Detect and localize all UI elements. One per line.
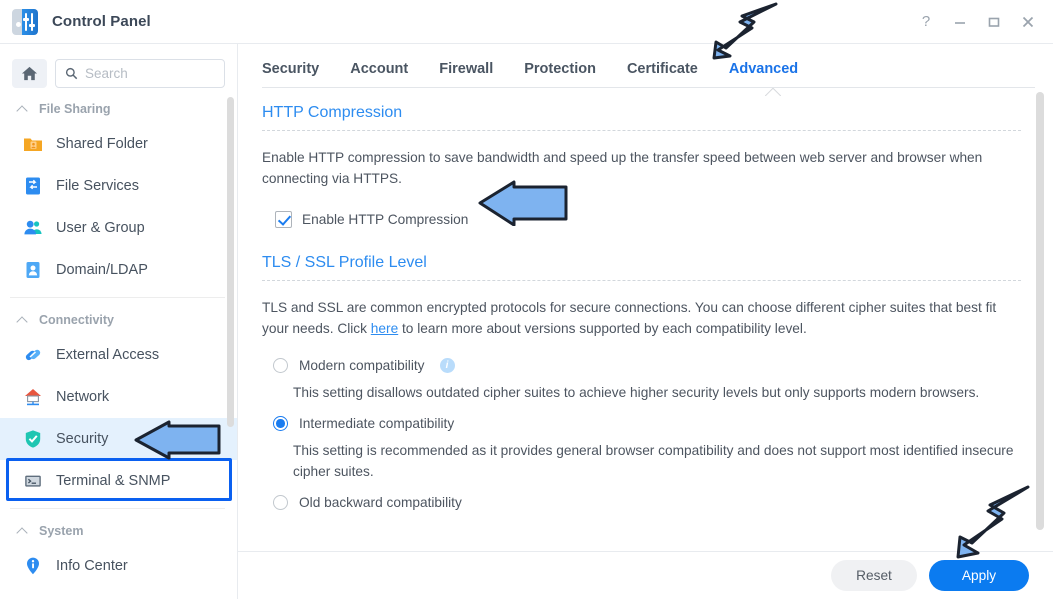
sidebar-group-label: System [39, 524, 84, 538]
search-input[interactable] [85, 65, 215, 81]
sidebar-item-label: Shared Folder [56, 136, 148, 152]
sidebar-item-label: Info Center [56, 558, 128, 574]
sidebar-item-shared-folder[interactable]: Shared Folder [0, 123, 237, 165]
reset-button[interactable]: Reset [831, 560, 917, 591]
tab-certificate[interactable]: Certificate [627, 61, 717, 88]
help-icon[interactable]: ? [909, 4, 943, 40]
sidebar-scrollbar[interactable] [227, 97, 234, 427]
modern-compatibility-row[interactable]: Modern compatibility i [273, 358, 1021, 373]
intermediate-compatibility-row[interactable]: Intermediate compatibility [273, 416, 1021, 431]
sidebar-group-file-sharing[interactable]: File Sharing [0, 93, 237, 123]
settings-content: HTTP Compression Enable HTTP compression… [238, 88, 1053, 551]
chevron-up-icon [18, 317, 29, 324]
section-divider [262, 130, 1021, 131]
terminal-icon [22, 470, 44, 492]
shield-icon [22, 428, 44, 450]
info-pin-icon [22, 555, 44, 577]
section-divider [262, 280, 1021, 281]
sidebar-divider [10, 508, 225, 509]
tab-bar: Security Account Firewall Protection Cer… [238, 44, 1053, 88]
modern-compatibility-description: This setting disallows outdated cipher s… [293, 385, 980, 400]
house-network-icon [22, 386, 44, 408]
sidebar-item-external-access[interactable]: External Access [0, 334, 237, 376]
sidebar-group-connectivity[interactable]: Connectivity [0, 304, 237, 334]
close-icon[interactable] [1011, 4, 1045, 40]
maximize-icon[interactable] [977, 4, 1011, 40]
minimize-icon[interactable] [943, 4, 977, 40]
sidebar: File Sharing Shared Folder [0, 44, 238, 599]
main-panel: Security Account Firewall Protection Cer… [238, 44, 1053, 599]
sidebar-item-label: External Access [56, 347, 160, 363]
info-icon[interactable]: i [439, 358, 455, 373]
window-controls: ? [909, 4, 1053, 40]
sidebar-item-domain-ldap[interactable]: Domain/LDAP [0, 249, 237, 291]
search-box[interactable] [55, 58, 225, 88]
tab-label: Advanced [728, 61, 799, 77]
file-services-icon [22, 175, 44, 197]
tab-label: Certificate [626, 61, 698, 77]
tls-ssl-description: TLS and SSL are common encrypted protoco… [262, 285, 1021, 345]
tab-security[interactable]: Security [262, 61, 338, 88]
sidebar-item-info-center[interactable]: Info Center [0, 545, 237, 587]
users-icon [22, 217, 44, 239]
tab-advanced[interactable]: Advanced [729, 61, 817, 88]
tls-here-link[interactable]: here [371, 321, 398, 336]
tab-label: Security [262, 61, 320, 77]
search-icon [65, 67, 78, 79]
intermediate-compatibility-radio[interactable] [273, 416, 288, 431]
footer-bar: Reset Apply [238, 551, 1053, 599]
tab-label: Firewall [439, 61, 494, 77]
tab-label: Account [350, 61, 409, 77]
sidebar-divider [10, 297, 225, 298]
sidebar-group-label: Connectivity [39, 313, 115, 327]
tab-protection[interactable]: Protection [524, 61, 615, 88]
sidebar-group-label: File Sharing [39, 102, 111, 116]
intermediate-compatibility-label: Intermediate compatibility [299, 416, 455, 431]
control-panel-icon [12, 8, 38, 35]
sidebar-item-user-group[interactable]: User & Group [0, 207, 237, 249]
sidebar-item-label: Terminal & SNMP [56, 473, 171, 489]
enable-http-compression-row[interactable]: Enable HTTP Compression [269, 205, 478, 234]
sidebar-scroll-area: File Sharing Shared Folder File Services… [0, 93, 237, 599]
sidebar-item-label: Network [56, 389, 110, 405]
sidebar-item-label: Domain/LDAP [56, 262, 148, 278]
old-backward-compatibility-row[interactable]: Old backward compatibility [273, 495, 1021, 510]
tls-desc-part2: to learn more about versions supported b… [398, 321, 807, 336]
http-compression-description: Enable HTTP compression to save bandwidt… [262, 150, 983, 186]
sidebar-group-system[interactable]: System [0, 515, 237, 545]
sidebar-item-terminal-snmp[interactable]: Terminal & SNMP [0, 460, 237, 502]
chevron-up-icon [18, 106, 29, 113]
sidebar-item-label: Security [56, 431, 109, 447]
old-backward-compatibility-radio[interactable] [273, 495, 288, 510]
tab-firewall[interactable]: Firewall [439, 61, 512, 88]
tab-label: Protection [524, 61, 596, 77]
enable-http-compression-label: Enable HTTP Compression [302, 212, 469, 227]
tab-account[interactable]: Account [350, 61, 427, 88]
window-title: Control Panel [52, 13, 151, 30]
sidebar-item-label: File Services [56, 178, 139, 194]
sidebar-item-file-services[interactable]: File Services [0, 165, 237, 207]
id-card-icon [22, 259, 44, 281]
enable-http-compression-checkbox[interactable] [275, 211, 292, 228]
help-label: ? [921, 13, 931, 30]
link-icon [22, 344, 44, 366]
content-scrollbar[interactable] [1036, 92, 1044, 530]
intermediate-compatibility-description: This setting is recommended as it provid… [293, 443, 1014, 479]
apply-button[interactable]: Apply [929, 560, 1029, 591]
sidebar-item-network[interactable]: Network [0, 376, 237, 418]
title-bar: Control Panel ? [0, 0, 1053, 44]
old-backward-compatibility-label: Old backward compatibility [299, 495, 462, 510]
home-icon[interactable] [12, 58, 47, 88]
http-compression-title: HTTP Compression [262, 104, 403, 121]
control-panel-window: Control Panel ? Search File Sharing Shar… [0, 0, 1053, 599]
folder-icon [22, 133, 44, 155]
modern-compatibility-label: Modern compatibility [299, 358, 425, 373]
modern-compatibility-radio[interactable] [273, 358, 288, 373]
sidebar-toolbar [0, 53, 237, 93]
sidebar-item-label: User & Group [56, 220, 145, 236]
chevron-up-icon [18, 528, 29, 535]
sidebar-item-security[interactable]: Security [0, 418, 237, 460]
tls-ssl-title: TLS / SSL Profile Level [262, 254, 427, 271]
